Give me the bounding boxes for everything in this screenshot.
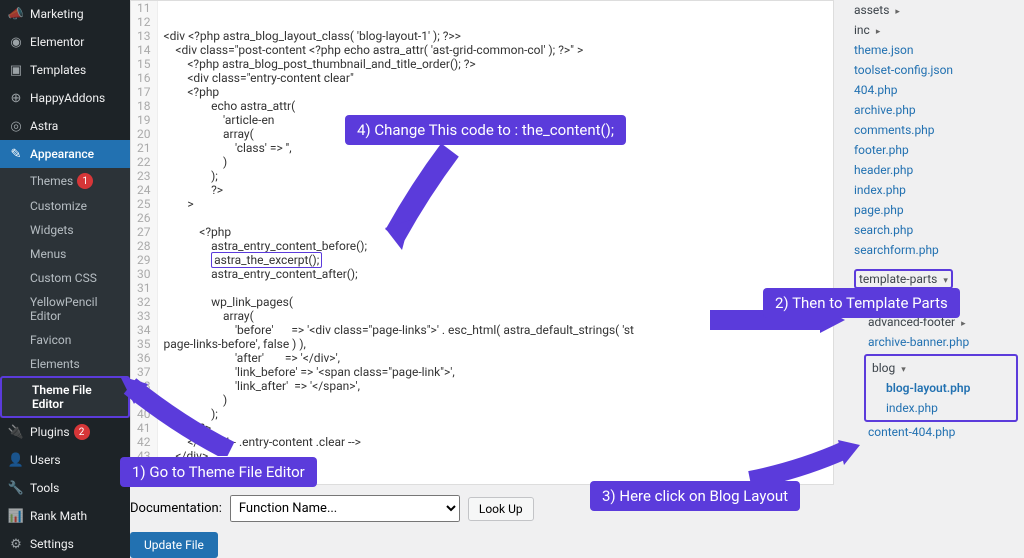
sidebar-item-label: Templates [30, 63, 86, 77]
sidebar-item-label: Settings [30, 537, 74, 551]
menu-icon: ◉ [8, 34, 24, 50]
sidebar-item-rank-math[interactable]: 📊 Rank Math [0, 502, 130, 530]
file-content-404-php[interactable]: content-404.php [864, 422, 1018, 442]
arrow-1 [120, 376, 240, 456]
file-index-php[interactable]: index.php [850, 180, 1018, 200]
file-search-php[interactable]: search.php [850, 220, 1018, 240]
folder-inc[interactable]: inc [850, 20, 1018, 40]
badge: 2 [74, 424, 90, 440]
function-select[interactable]: Function Name... [230, 495, 460, 522]
sidebar-item-label: Appearance [30, 147, 94, 161]
sidebar-item-label: Astra [30, 119, 58, 133]
badge: 1 [77, 173, 93, 189]
sidebar-item-label: HappyAddons [30, 91, 105, 105]
file-archive-banner-php[interactable]: archive-banner.php [864, 332, 1018, 352]
sidebar-item-label: Tools [30, 481, 59, 495]
sidebar-sub-custom-css[interactable]: Custom CSS [0, 266, 130, 290]
menu-icon: ✎ [8, 146, 24, 162]
sidebar-item-label: Rank Math [30, 509, 87, 523]
callout-1: 1) Go to Theme File Editor [120, 457, 317, 487]
sidebar-sub-elements[interactable]: Elements [0, 352, 130, 376]
sidebar-sub-favicon[interactable]: Favicon [0, 328, 130, 352]
menu-icon: 👤 [8, 452, 24, 468]
file-index-php[interactable]: index.php [882, 398, 1014, 418]
sidebar-item-label: Elementor [30, 35, 84, 49]
menu-icon: 📣 [8, 6, 24, 22]
sidebar-item-users[interactable]: 👤 Users [0, 446, 130, 474]
file-footer-php[interactable]: footer.php [850, 140, 1018, 160]
callout-4: 4) Change This code to : the_content(); [345, 115, 626, 145]
file-header-php[interactable]: header.php [850, 160, 1018, 180]
file-theme-json[interactable]: theme.json [850, 40, 1018, 60]
sidebar-sub-widgets[interactable]: Widgets [0, 218, 130, 242]
sidebar-item-happyaddons[interactable]: ⊕ HappyAddons [0, 84, 130, 112]
arrow-3 [740, 440, 860, 485]
menu-icon: 🔧 [8, 480, 24, 496]
menu-icon: 📊 [8, 508, 24, 524]
file-page-php[interactable]: page.php [850, 200, 1018, 220]
menu-icon: 🔌 [8, 424, 24, 440]
file-404-php[interactable]: 404.php [850, 80, 1018, 100]
file-toolset-config-json[interactable]: toolset-config.json [850, 60, 1018, 80]
file-searchform-php[interactable]: searchform.php [850, 240, 1018, 260]
menu-icon: ⊕ [8, 90, 24, 106]
sidebar-sub-yellowpencil-editor[interactable]: YellowPencil Editor [0, 290, 130, 328]
file-comments-php[interactable]: comments.php [850, 120, 1018, 140]
callout-3: 3) Here click on Blog Layout [590, 481, 800, 511]
sidebar-item-settings[interactable]: ⚙ Settings [0, 530, 130, 558]
lookup-button[interactable]: Look Up [468, 497, 534, 521]
file-archive-php[interactable]: archive.php [850, 100, 1018, 120]
file-blog-layout-php[interactable]: blog-layout.php [882, 378, 1014, 398]
sidebar-item-tools[interactable]: 🔧 Tools [0, 474, 130, 502]
folder-assets[interactable]: assets [850, 0, 1018, 20]
sidebar-item-elementor[interactable]: ◉ Elementor [0, 28, 130, 56]
menu-icon: ▣ [8, 62, 24, 78]
callout-2: 2) Then to Template Parts [763, 288, 960, 318]
sidebar-item-label: Plugins [30, 425, 70, 439]
documentation-label: Documentation: [130, 501, 222, 516]
sidebar-sub-theme-file-editor[interactable]: Theme File Editor [0, 376, 130, 418]
sidebar-item-label: Users [30, 453, 61, 467]
sidebar-item-astra[interactable]: ◎ Astra [0, 112, 130, 140]
sidebar-item-appearance[interactable]: ✎ Appearance [0, 140, 130, 168]
sidebar-item-templates[interactable]: ▣ Templates [0, 56, 130, 84]
sidebar-sub-menus[interactable]: Menus [0, 242, 130, 266]
sidebar-item-marketing[interactable]: 📣 Marketing [0, 0, 130, 28]
sidebar-item-plugins[interactable]: 🔌 Plugins 2 [0, 418, 130, 446]
arrow-4 [380, 140, 470, 250]
sidebar-sub-themes[interactable]: Themes1 [0, 168, 130, 194]
menu-icon: ◎ [8, 118, 24, 134]
folder-blog[interactable]: blog [868, 358, 1014, 378]
sidebar-sub-customize[interactable]: Customize [0, 194, 130, 218]
theme-files-tree: assets inc theme.jsontoolset-config.json… [844, 0, 1024, 558]
menu-icon: ⚙ [8, 536, 24, 552]
sidebar-item-label: Marketing [30, 7, 84, 21]
update-file-button[interactable]: Update File [130, 532, 218, 558]
admin-sidebar: 📣 Marketing ◉ Elementor ▣ Templates ⊕ HappyAddo… [0, 0, 130, 558]
